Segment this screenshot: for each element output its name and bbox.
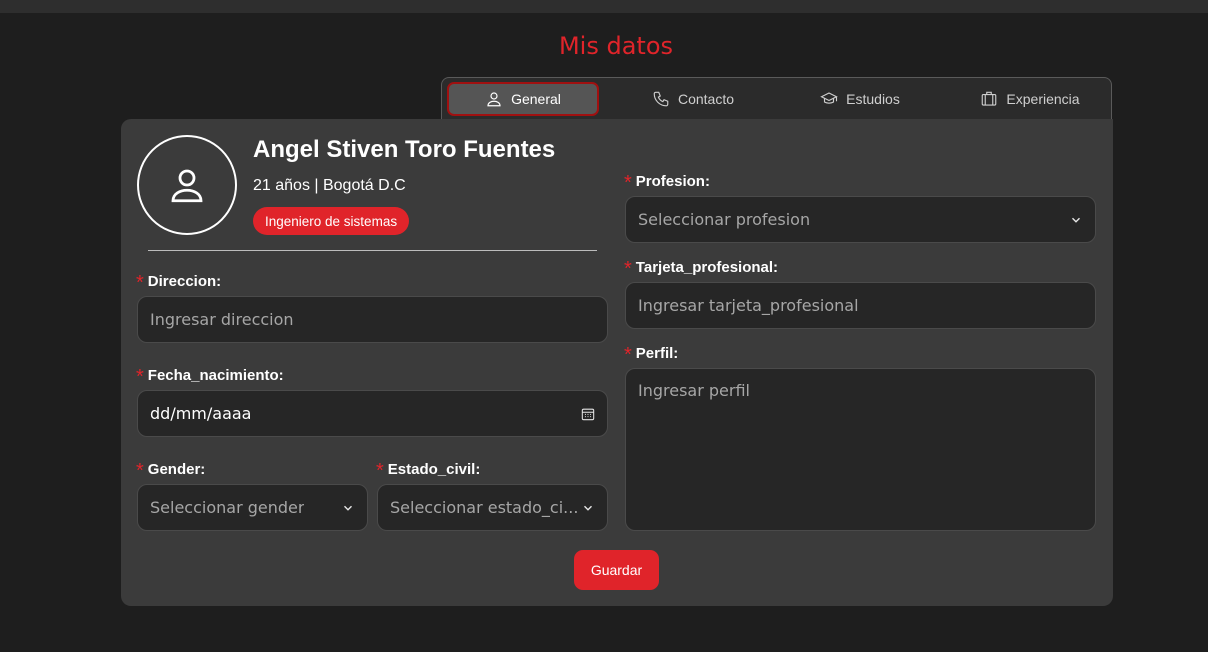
divider: [148, 250, 597, 251]
calendar-icon[interactable]: [581, 407, 595, 421]
tab-estudios[interactable]: Estudios: [784, 82, 936, 116]
label-text: Direccion:: [147, 273, 222, 290]
gender-select[interactable]: Seleccionar gender: [137, 484, 368, 531]
tab-bar: General Contacto Estudios Experiencia: [441, 77, 1112, 121]
label-text: Gender:: [147, 461, 206, 478]
tarjeta-profesional-input[interactable]: Ingresar tarjeta_profesional: [625, 282, 1096, 329]
estado-civil-select[interactable]: Seleccionar estado_ci...: [377, 484, 608, 531]
fecha-nacimiento-label: * Fecha_nacimiento:: [136, 364, 284, 387]
avatar: [137, 135, 237, 235]
top-bar: [0, 0, 1208, 13]
gender-label: * Gender:: [136, 458, 205, 481]
label-text: Perfil:: [635, 345, 679, 362]
date-value: dd/mm/aaaa: [150, 404, 252, 423]
page-title: Mis datos: [558, 32, 674, 60]
fecha-nacimiento-input[interactable]: dd/mm/aaaa: [137, 390, 608, 437]
briefcase-icon: [982, 91, 997, 106]
perfil-textarea[interactable]: Ingresar perfil: [625, 368, 1096, 531]
placeholder: Ingresar direccion: [150, 310, 294, 329]
placeholder: Ingresar tarjeta_profesional: [638, 296, 859, 315]
user-icon: [171, 169, 203, 203]
label-text: Fecha_nacimiento:: [147, 367, 284, 384]
perfil-label: * Perfil:: [624, 342, 678, 365]
tarjeta-profesional-label: * Tarjeta_profesional:: [624, 256, 778, 279]
tab-label: Experiencia: [1006, 91, 1080, 107]
direccion-label: * Direccion:: [136, 270, 221, 293]
tab-experiencia[interactable]: Experiencia: [954, 82, 1106, 116]
tab-label: General: [511, 91, 561, 107]
chevron-down-icon: [344, 505, 352, 511]
tab-label: Contacto: [677, 91, 735, 107]
chevron-down-icon: [1072, 217, 1080, 223]
required-mark: *: [376, 460, 384, 482]
required-mark: *: [624, 172, 632, 194]
required-mark: *: [624, 344, 632, 366]
tab-label: Estudios: [846, 91, 900, 107]
placeholder: Seleccionar gender: [150, 498, 305, 517]
profesion-label: * Profesion:: [624, 170, 710, 193]
profile-meta: 21 años | Bogotá D.C: [253, 177, 406, 194]
required-mark: *: [136, 460, 144, 482]
direccion-input[interactable]: Ingresar direccion: [137, 296, 608, 343]
phone-icon: [653, 91, 669, 107]
label-text: Profesion:: [635, 173, 710, 190]
user-icon: [487, 92, 501, 107]
profession-badge: Ingeniero de sistemas: [253, 207, 410, 235]
save-button[interactable]: Guardar: [574, 550, 659, 590]
chevron-down-icon: [584, 505, 592, 511]
profesion-select[interactable]: Seleccionar profesion: [625, 196, 1096, 243]
tab-general[interactable]: General: [447, 82, 599, 116]
label-text: Estado_civil:: [387, 461, 481, 478]
required-mark: *: [136, 366, 144, 388]
placeholder: Seleccionar estado_ci...: [390, 498, 579, 517]
required-mark: *: [624, 258, 632, 280]
placeholder: Seleccionar profesion: [638, 210, 811, 229]
estado-civil-label: * Estado_civil:: [376, 458, 480, 481]
required-mark: *: [136, 272, 144, 294]
label-text: Tarjeta_profesional:: [635, 259, 779, 276]
tab-contacto[interactable]: Contacto: [617, 82, 769, 116]
profile-name: Angel Stiven Toro Fuentes: [253, 136, 556, 163]
placeholder: Ingresar perfil: [638, 381, 750, 400]
profile-card: Angel Stiven Toro Fuentes 21 años | Bogo…: [121, 119, 1113, 606]
graduation-cap-icon: [820, 92, 838, 104]
